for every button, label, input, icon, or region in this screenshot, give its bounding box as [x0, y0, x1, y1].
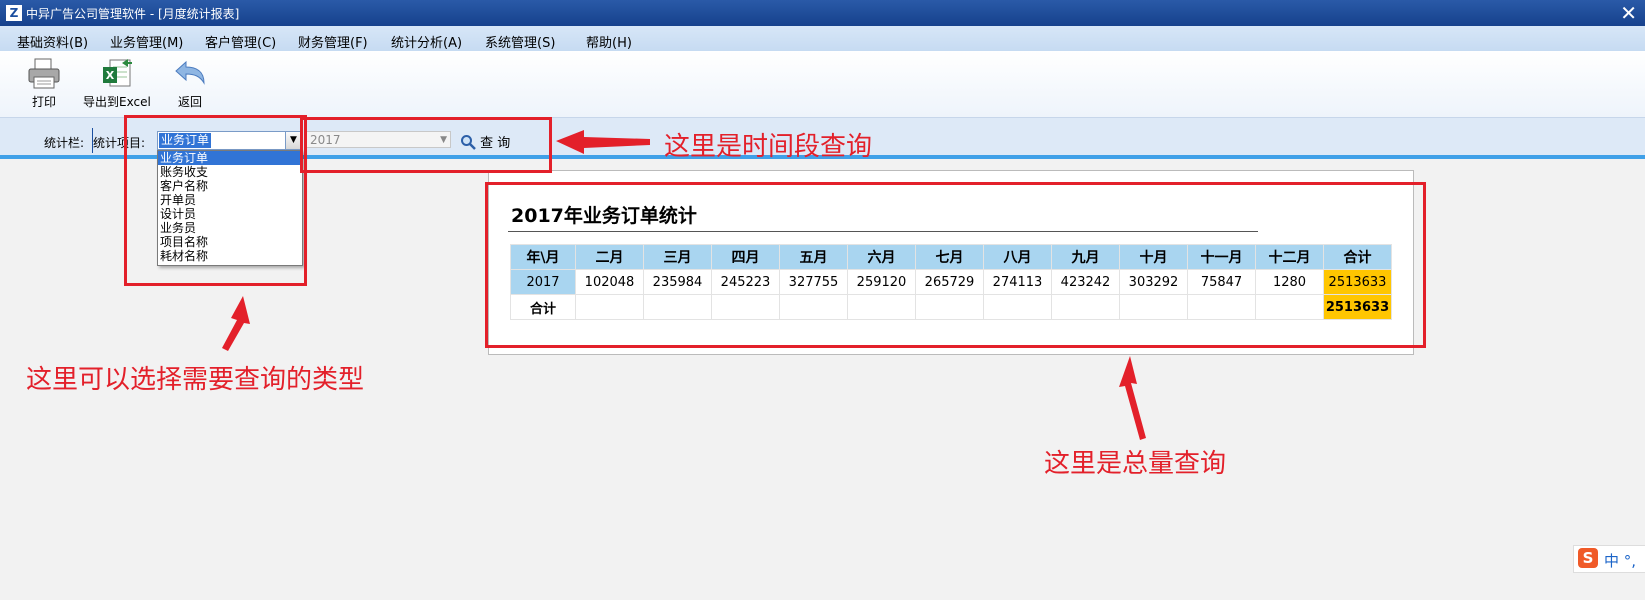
annotation-type-select: 这里可以选择需要查询的类型	[26, 365, 365, 395]
ime-mode: 中 °,	[1604, 552, 1637, 570]
annotation-total-query: 这里是总量查询	[1044, 449, 1227, 479]
arrow-time-icon	[556, 130, 650, 154]
ime-toolbar[interactable]: S 中 °,	[1573, 545, 1645, 573]
annotation-arrows	[222, 130, 1146, 440]
annotation-time-query: 这里是时间段查询	[664, 132, 873, 162]
arrow-type-icon	[222, 296, 250, 351]
arrow-total-icon	[1119, 356, 1146, 440]
sogou-logo-icon: S	[1578, 548, 1598, 568]
